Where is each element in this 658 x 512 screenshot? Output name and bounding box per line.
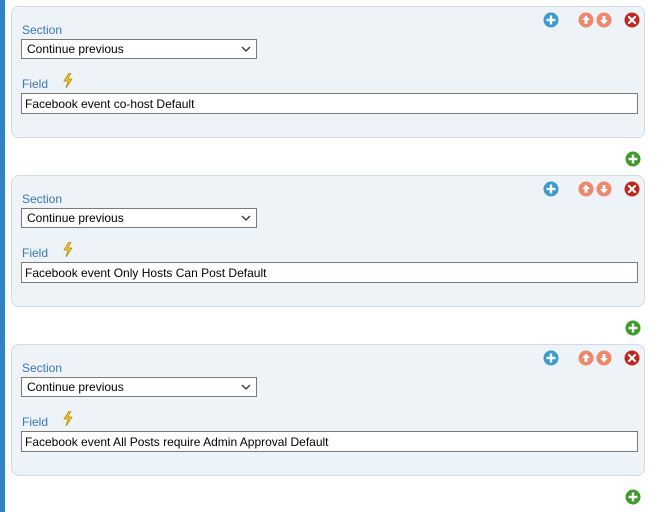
plus-circle-icon — [625, 320, 641, 336]
field-input[interactable]: Facebook event Only Hosts Can Post Defau… — [21, 262, 638, 283]
move-down-button[interactable] — [596, 350, 612, 366]
move-down-button[interactable] — [596, 12, 612, 28]
chevron-down-icon — [241, 215, 251, 221]
mapping-row-panel: Section Continue previous Field Facebook… — [11, 175, 645, 307]
field-label: Field — [22, 415, 49, 429]
add-field-button[interactable] — [543, 181, 559, 197]
chevron-down-icon — [241, 384, 251, 390]
close-icon — [624, 12, 640, 28]
lightning-icon[interactable] — [62, 73, 74, 88]
delete-row-button[interactable] — [624, 12, 640, 28]
plus-circle-icon — [625, 489, 641, 505]
mapping-row-panel: Section Continue previous Field Facebook… — [11, 344, 645, 476]
section-select[interactable]: Continue previous — [21, 208, 257, 228]
arrow-up-icon — [578, 12, 594, 28]
arrow-down-icon — [596, 181, 612, 197]
section-select[interactable]: Continue previous — [21, 39, 257, 59]
arrow-down-icon — [596, 350, 612, 366]
move-up-button[interactable] — [578, 181, 594, 197]
plus-circle-icon — [543, 181, 559, 197]
add-field-button[interactable] — [543, 350, 559, 366]
field-input[interactable]: Facebook event All Posts require Admin A… — [21, 431, 638, 452]
field-label: Field — [22, 77, 49, 91]
section-select-value: Continue previous — [27, 42, 124, 56]
lightning-icon[interactable] — [62, 242, 74, 257]
left-accent-strip — [0, 0, 5, 512]
close-icon — [624, 350, 640, 366]
add-row-button[interactable] — [625, 151, 641, 167]
add-field-button[interactable] — [543, 12, 559, 28]
section-label: Section — [22, 23, 63, 37]
lightning-icon[interactable] — [62, 411, 74, 426]
add-row-button[interactable] — [625, 320, 641, 336]
close-icon — [624, 181, 640, 197]
arrow-down-icon — [596, 12, 612, 28]
arrow-up-icon — [578, 350, 594, 366]
mapping-row-panel: Section Continue previous Field Facebook… — [11, 6, 645, 138]
section-select-value: Continue previous — [27, 380, 124, 394]
move-up-button[interactable] — [578, 12, 594, 28]
section-select-value: Continue previous — [27, 211, 124, 225]
delete-row-button[interactable] — [624, 350, 640, 366]
add-row-button[interactable] — [625, 489, 641, 505]
chevron-down-icon — [241, 46, 251, 52]
move-down-button[interactable] — [596, 181, 612, 197]
plus-circle-icon — [625, 151, 641, 167]
plus-circle-icon — [543, 350, 559, 366]
plus-circle-icon — [543, 12, 559, 28]
field-input[interactable]: Facebook event co-host Default — [21, 93, 638, 114]
section-label: Section — [22, 192, 63, 206]
delete-row-button[interactable] — [624, 181, 640, 197]
arrow-up-icon — [578, 181, 594, 197]
section-select[interactable]: Continue previous — [21, 377, 257, 397]
field-label: Field — [22, 246, 49, 260]
section-label: Section — [22, 361, 63, 375]
move-up-button[interactable] — [578, 350, 594, 366]
